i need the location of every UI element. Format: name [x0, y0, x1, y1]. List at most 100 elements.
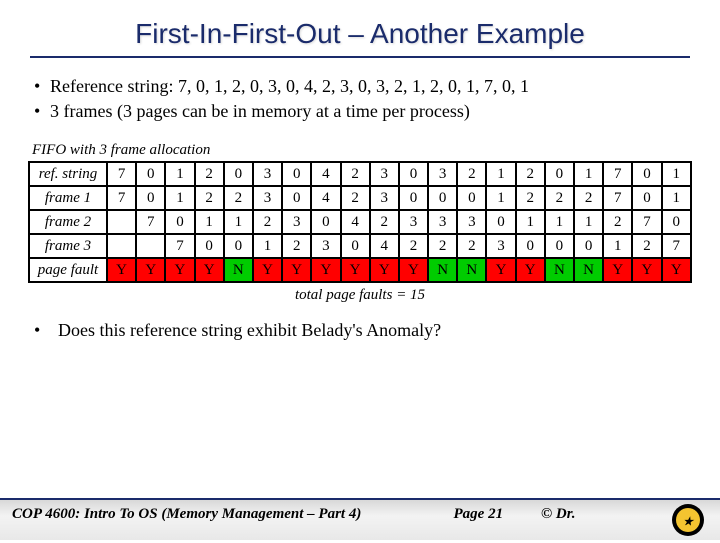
table-cell: 2 [195, 162, 224, 186]
table-cell [107, 210, 136, 234]
table-cell: 0 [516, 234, 545, 258]
table-cell: 0 [574, 234, 603, 258]
fifo-table-area: FIFO with 3 frame allocation ref. string… [0, 136, 720, 306]
fifo-table: ref. string70120304230321201701frame 170… [28, 161, 692, 283]
table-cell: 0 [545, 162, 574, 186]
table-cell: 2 [457, 162, 486, 186]
table-cell: Y [399, 258, 428, 282]
table-cell: 3 [311, 234, 340, 258]
table-cell: 4 [311, 186, 340, 210]
table-cell: 1 [224, 210, 253, 234]
table-row: ref. string70120304230321201701 [29, 162, 691, 186]
footer-course: COP 4600: Intro To OS (Memory Management… [12, 506, 416, 523]
table-caption: FIFO with 3 frame allocation [28, 142, 692, 159]
table-cell: 0 [632, 186, 661, 210]
bullet-dot: • [34, 101, 50, 122]
table-cell: 2 [195, 186, 224, 210]
table-cell: Y [662, 258, 691, 282]
table-cell: 4 [341, 210, 370, 234]
table-cell: 7 [662, 234, 691, 258]
table-cell: 3 [399, 210, 428, 234]
table-cell: 1 [516, 210, 545, 234]
bullet-text: 3 frames (3 pages can be in memory at a … [50, 101, 686, 122]
question-text: Does this reference string exhibit Belad… [58, 320, 686, 341]
table-cell: 0 [662, 210, 691, 234]
row-label: page fault [29, 258, 107, 282]
table-cell: Y [603, 258, 632, 282]
table-cell: 3 [253, 162, 282, 186]
table-cell: Y [195, 258, 224, 282]
table-cell: 0 [399, 186, 428, 210]
table-cell: 0 [282, 186, 311, 210]
table-cell: 3 [370, 162, 399, 186]
table-cell: 1 [662, 186, 691, 210]
table-cell: N [457, 258, 486, 282]
table-cell: N [574, 258, 603, 282]
bullet-dot: • [34, 320, 58, 341]
table-cell: 0 [165, 210, 194, 234]
table-cell: 2 [341, 162, 370, 186]
table-cell: 1 [195, 210, 224, 234]
row-label: frame 2 [29, 210, 107, 234]
page-title: First-In-First-Out – Another Example [30, 0, 690, 58]
table-cell: 2 [545, 186, 574, 210]
table-cell: Y [632, 258, 661, 282]
table-cell: 7 [165, 234, 194, 258]
table-cell: 2 [574, 186, 603, 210]
row-label: frame 3 [29, 234, 107, 258]
table-cell: 4 [311, 162, 340, 186]
table-cell: 2 [516, 186, 545, 210]
table-cell: 2 [428, 234, 457, 258]
table-cell: 0 [399, 162, 428, 186]
table-cell: N [545, 258, 574, 282]
table-cell: 2 [399, 234, 428, 258]
table-row: frame 3700123042223000127 [29, 234, 691, 258]
table-cell: 0 [457, 186, 486, 210]
table-cell: 2 [224, 186, 253, 210]
table-cell: Y [341, 258, 370, 282]
table-cell: 1 [253, 234, 282, 258]
table-cell: 7 [632, 210, 661, 234]
table-cell: 1 [574, 162, 603, 186]
table-cell: Y [253, 258, 282, 282]
table-cell: 4 [370, 234, 399, 258]
table-cell: 0 [545, 234, 574, 258]
table-cell: 7 [603, 162, 632, 186]
table-cell: 0 [486, 210, 515, 234]
ucf-logo-icon: ★ [670, 502, 706, 538]
row-label: frame 1 [29, 186, 107, 210]
table-cell: 2 [603, 210, 632, 234]
table-cell: 0 [224, 234, 253, 258]
table-row: frame 170122304230001222701 [29, 186, 691, 210]
table-cell: 2 [253, 210, 282, 234]
bullet-list: • Reference string: 7, 0, 1, 2, 0, 3, 0,… [0, 76, 720, 136]
table-cell: 1 [486, 186, 515, 210]
slide-footer: COP 4600: Intro To OS (Memory Management… [0, 498, 720, 540]
table-cell: 0 [136, 186, 165, 210]
table-cell [107, 234, 136, 258]
table-cell: N [428, 258, 457, 282]
table-cell: 1 [662, 162, 691, 186]
row-label: ref. string [29, 162, 107, 186]
bullet-item: • 3 frames (3 pages can be in memory at … [34, 101, 686, 122]
table-cell: 7 [107, 186, 136, 210]
table-cell: 3 [428, 210, 457, 234]
table-cell: 0 [195, 234, 224, 258]
table-cell: 3 [282, 210, 311, 234]
table-cell: 1 [486, 162, 515, 186]
table-cell: 1 [603, 234, 632, 258]
table-cell: 0 [341, 234, 370, 258]
table-cell: 2 [370, 210, 399, 234]
table-cell: 3 [486, 234, 515, 258]
table-cell: Y [282, 258, 311, 282]
bullet-dot: • [34, 76, 50, 97]
table-cell: 1 [165, 186, 194, 210]
table-cell: 0 [136, 162, 165, 186]
table-cell: 7 [136, 210, 165, 234]
footer-page: Page 21 [416, 506, 541, 523]
table-cell: Y [165, 258, 194, 282]
table-cell: Y [370, 258, 399, 282]
table-cell: 0 [311, 210, 340, 234]
table-cell: N [224, 258, 253, 282]
table-row: page faultYYYYNYYYYYYNNYYNNYYY [29, 258, 691, 282]
